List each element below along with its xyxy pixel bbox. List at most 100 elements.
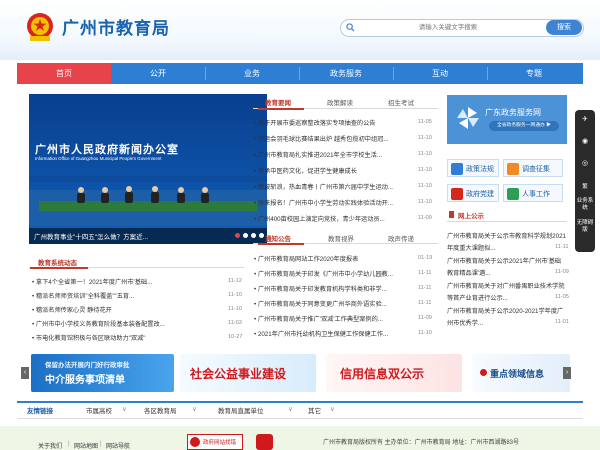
footer-navigation[interactable]: 网站导航 (106, 441, 130, 450)
service-pinwheel-icon (457, 107, 479, 129)
survey-icon (507, 163, 519, 175)
gd-service-banner[interactable]: 广东政务服务网 全省政务服务一网通办 ▶ (447, 95, 567, 144)
list-item[interactable]: • 2021年广州市托幼机构卫生保健工作保健工作... (254, 329, 412, 338)
publicity-item[interactable]: 广州市教育局关于公示市教育科学规划2021年度重大课题拟... (447, 231, 567, 255)
news-carousel-image[interactable]: 广州市人民政府新闻办公室 Information Office of Guang… (29, 94, 267, 244)
promo-next-arrow[interactable]: › (563, 367, 571, 379)
list-item-date: 11-09 (418, 215, 432, 221)
site-title[interactable]: 广州市教育局 (62, 14, 170, 39)
business-system-link[interactable]: 业务系统 (576, 198, 594, 212)
list-item-date: 10-27 (228, 334, 243, 340)
list-item[interactable]: • 市电化教育馆积极与各区联动助力"双减" (32, 333, 222, 342)
list-item[interactable]: • 穗派名师传家心灵 静待花开 (32, 305, 222, 314)
list-item[interactable]: • 广州400亩校园上演定向竞技，青少年运动员... (254, 214, 412, 223)
footer-separator: | (100, 441, 102, 447)
nav-government-services[interactable]: 政务服务 (299, 63, 393, 84)
publicity-item[interactable]: 广州市教育局关于公示2020-2021学年度广州市优秀学... (447, 306, 567, 330)
list-item-date: 11-10 (228, 306, 242, 312)
promo-prev-arrow[interactable]: ‹ (21, 367, 29, 379)
link-surveys[interactable]: 调查征集 (503, 159, 563, 177)
list-item[interactable]: • 穗派名师师资培训"全科覆盖""五育... (32, 291, 222, 300)
personnel-icon (507, 188, 519, 200)
list-item-date: 01-19 (418, 255, 433, 261)
carousel-caption[interactable]: 广州教育事业"十四五"怎么做？方案近... (34, 231, 148, 241)
active-tab-indicator (30, 267, 88, 269)
promo-line: 社会公益事业建设 (190, 367, 287, 381)
search-button[interactable]: 搜索 (546, 20, 582, 35)
list-item[interactable]: • 广州市教育局网站工作2020年度报表 (254, 254, 412, 263)
tab-government-voice[interactable]: 政声传递 (388, 233, 414, 243)
tab-education-news[interactable]: 教育要闻 (265, 97, 291, 107)
links-district-bureaus[interactable]: 各区教育局 (144, 405, 177, 415)
wechat-icon[interactable]: ◎ (576, 160, 594, 167)
list-item[interactable]: • 拿下4个全省第一！2021年度广州市'基础... (32, 277, 222, 286)
nav-business[interactable]: 业务 (205, 63, 299, 84)
service-subtitle[interactable]: 全省政务服务一网通办 ▶ (489, 121, 559, 131)
list-item[interactable]: • 广州市教育局关于同意变更广州华商外语实验... (254, 299, 412, 308)
error-report-badge[interactable]: 政府网站找错 (187, 434, 243, 450)
banner-sign-cn: 广州市人民政府新闻办公室 (35, 144, 179, 156)
nav-public[interactable]: 公开 (111, 63, 205, 84)
system-news-title[interactable]: 教育系统动态 (38, 257, 77, 267)
list-item-date: 11-03 (228, 320, 242, 326)
promo-credit-info[interactable]: 信用信息双公示 (326, 354, 462, 392)
footer-about[interactable]: 关于我们 (38, 441, 62, 450)
list-item[interactable]: • 广州市教育局关于印发《广州市中小学幼儿园教... (254, 269, 412, 278)
list-item[interactable]: • 劈波斩浪，热血青春丨广州市第六届中学生运动... (254, 182, 412, 191)
list-item-date: 11-10 (418, 330, 432, 336)
footer-separator: | (68, 441, 70, 447)
footer-sitemap[interactable]: 网站地图 (74, 441, 98, 450)
search-input[interactable] (358, 21, 538, 34)
search-icon (346, 23, 355, 32)
chevron-down-icon: ∨ (192, 406, 197, 413)
publicity-title[interactable]: 网上公示 (458, 210, 484, 220)
link-label: 政府党建 (466, 191, 494, 198)
list-item[interactable]: • 关于开展市委巡察整改落实专项抽查的公告 (254, 118, 412, 127)
nav-interaction[interactable]: 互动 (393, 63, 487, 84)
links-universities[interactable]: 市属高校 (86, 405, 112, 415)
nav-home[interactable]: 首页 (17, 63, 111, 84)
list-item-date: 11-10 (418, 167, 432, 173)
list-item[interactable]: • 快来报名！广州市中小学生劳动实践体验活动开... (254, 198, 412, 207)
list-item[interactable]: • 传承中医药文化，促进学生健康成长 (254, 166, 412, 175)
list-item[interactable]: • 中运会羽毛球比赛结果出炉 越秀包揽初中组冠... (254, 134, 412, 143)
traditional-chinese-toggle[interactable]: 繁 (576, 184, 594, 191)
nav-topics[interactable]: 专题 (487, 63, 581, 84)
link-party-building[interactable]: 政府党建 (447, 184, 499, 202)
carousel-dot[interactable] (243, 233, 248, 238)
tab-policy-interpretation[interactable]: 政策解读 (327, 97, 353, 107)
link-personnel[interactable]: 人事工作 (503, 184, 563, 202)
tab-admissions[interactable]: 招生考试 (388, 97, 414, 107)
publicity-marker (449, 211, 454, 218)
promo-key-areas[interactable]: 重点领域信息 (472, 354, 570, 392)
share-icon[interactable]: ✈ (576, 116, 594, 123)
promo-intermediary-services[interactable]: 保留办法开展内门好行政审批 中介服务事项清单 (31, 354, 174, 392)
list-item[interactable]: • 广州市教育局扎实推进2021年全市学校生活... (254, 150, 412, 159)
list-item[interactable]: • 广州市教育局关于印发教育机构学科类和非学... (254, 284, 412, 293)
list-item[interactable]: • 广州市教育局关于推广'双减'工作典型案例的... (254, 314, 412, 323)
gov-badge-icon[interactable] (256, 434, 273, 450)
footer-copyright: 广州市教育局版权所有 主办单位：广州市教育局 地址：广州市西湖路83号 (323, 440, 520, 446)
list-item-date: 11-12 (228, 278, 242, 284)
list-item-date: 11-11 (418, 285, 432, 291)
press-conference-photo (29, 94, 267, 244)
main-nav: 首页 公开 业务 政务服务 互动 专题 (17, 63, 583, 84)
links-others[interactable]: 其它 (308, 405, 321, 415)
chevron-down-icon: ∨ (330, 406, 335, 413)
list-item[interactable]: • 广州市中小学校义务教育阶段基本装备配置改... (32, 319, 222, 328)
list-item-date: 11-11 (418, 300, 432, 306)
publicity-item[interactable]: 广州市教育局关于对广州番禺职业技术学院等首产业育进行公示... (447, 281, 567, 305)
bullet-icon (480, 369, 487, 376)
tab-education-vision[interactable]: 教育视界 (328, 233, 354, 243)
promo-public-welfare[interactable]: 社会公益事业建设 (180, 354, 316, 392)
publicity-item[interactable]: 广州市教育局关于公示2021年广州市'基础教育精品课'遴... (447, 256, 567, 280)
list-item-date: 11-09 (418, 315, 432, 321)
accessibility-link[interactable]: 无障碍版 (576, 220, 594, 234)
carousel-dot[interactable] (235, 233, 240, 238)
tab-notices[interactable]: 通知公告 (265, 233, 291, 243)
links-direct-units[interactable]: 教育局直属单位 (218, 405, 264, 415)
link-policy-regulations[interactable]: 政策法规 (447, 159, 499, 177)
publicity-item-date: 11-05 (555, 294, 569, 300)
weibo-icon[interactable]: ◉ (576, 138, 594, 145)
national-emblem-logo[interactable] (24, 12, 56, 42)
